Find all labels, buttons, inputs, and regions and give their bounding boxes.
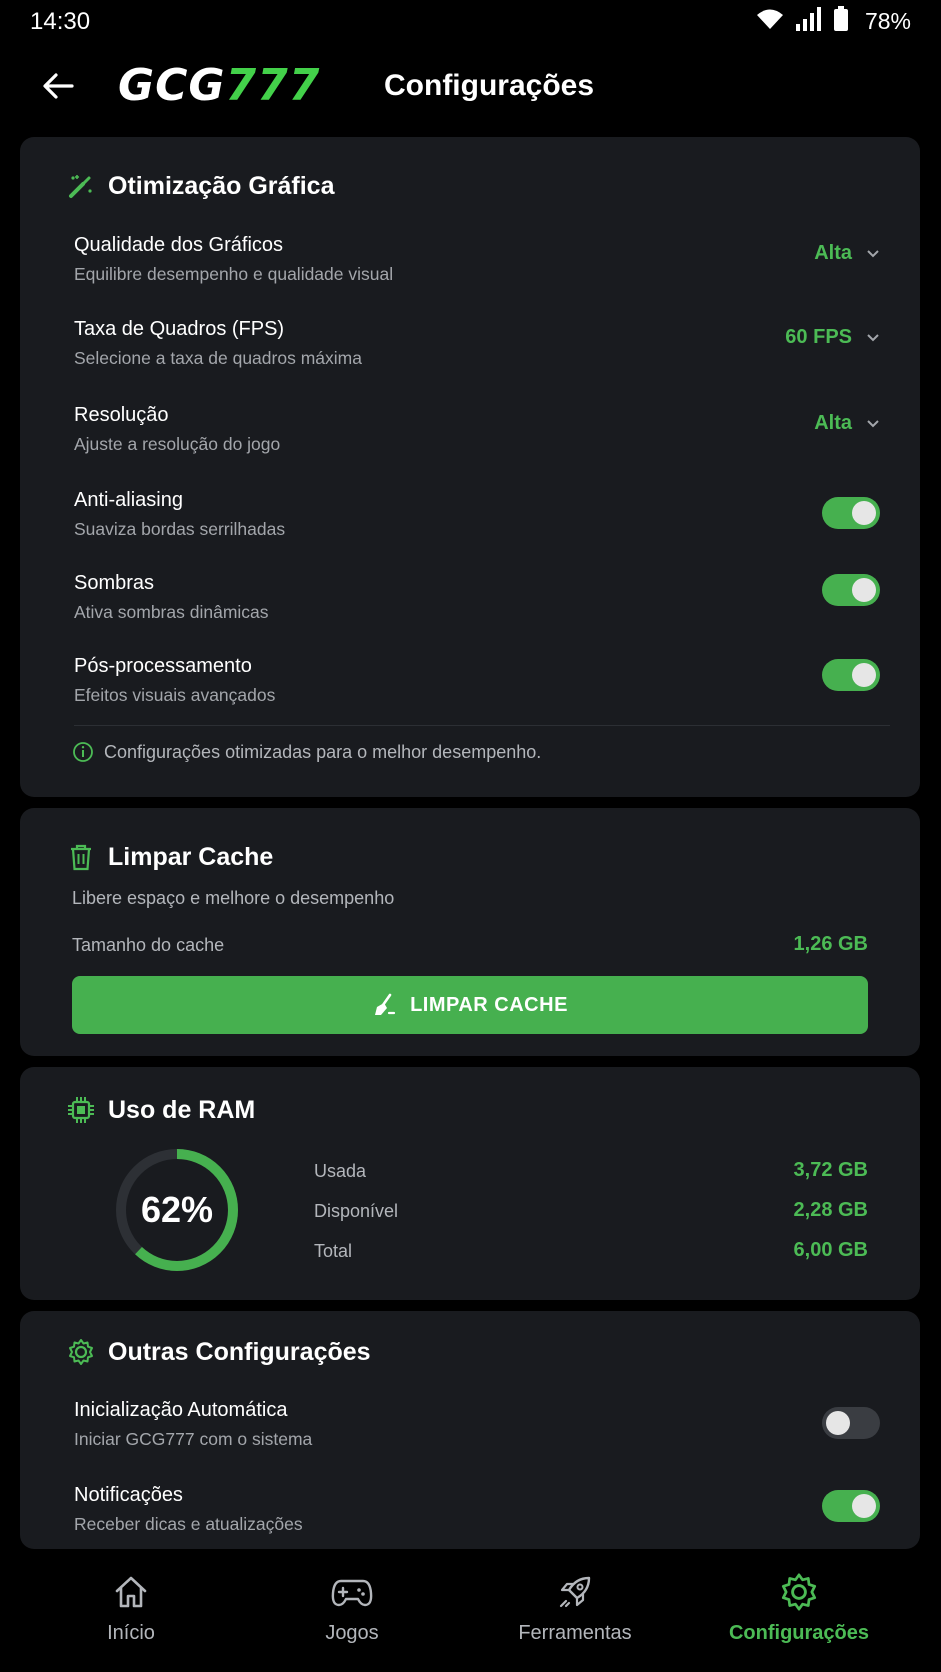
toggle-knob (852, 501, 876, 525)
graphics-quality-dropdown[interactable]: Alta (814, 242, 880, 265)
setting-description: Suaviza bordas serrilhadas (74, 519, 286, 539)
chevron-down-icon (867, 249, 879, 257)
setting-description: Receber dicas e atualizações (74, 1514, 303, 1534)
setting-row-notifications: Notificações Receber dicas e atualizaçõe… (74, 1482, 880, 1552)
brush-icon (66, 171, 96, 201)
setting-description: Equilibre desempenho e qualidade visual (74, 264, 394, 284)
setting-row-graphics-quality: Qualidade dos Gráficos Equilibre desempe… (74, 232, 880, 302)
ram-total-value: 6,00 GB (793, 1239, 868, 1261)
clear-cache-button[interactable]: LIMPAR CACHE (72, 976, 868, 1034)
cache-size-value: 1,26 GB (793, 933, 868, 955)
ram-title: Uso de RAM (108, 1096, 256, 1124)
setting-description: Iniciar GCG777 com o sistema (74, 1429, 313, 1449)
other-settings-card: Outras Configurações Inicialização Autom… (20, 1311, 920, 1549)
setting-row-post-processing: Pós-processamento Efeitos visuais avança… (74, 653, 880, 723)
nav-item-configuracoes[interactable]: Configurações (699, 1570, 899, 1660)
setting-row-shadows: Sombras Ativa sombras dinâmicas (74, 570, 880, 640)
nav-label: Início (107, 1622, 155, 1644)
ram-available-value: 2,28 GB (793, 1199, 868, 1221)
ram-total-label: Total (314, 1241, 353, 1261)
autostart-toggle[interactable] (822, 1407, 880, 1439)
cache-size-label: Tamanho do cache (72, 935, 225, 955)
trash-icon (66, 842, 96, 872)
setting-row-anti-aliasing: Anti-aliasing Suaviza bordas serrilhadas (74, 487, 880, 557)
nav-label: Configurações (728, 1622, 870, 1644)
setting-label: Anti-aliasing (74, 489, 183, 511)
cache-title: Limpar Cache (108, 843, 274, 871)
graphics-info: Configurações otimizadas para o melhor d… (72, 741, 541, 763)
chevron-down-icon (867, 419, 879, 427)
graphics-card: Otimização Gráfica Qualidade dos Gráfico… (20, 137, 920, 797)
gamepad-icon (330, 1570, 374, 1614)
chip-icon (66, 1095, 96, 1125)
toggle-knob (852, 1494, 876, 1518)
shadows-toggle[interactable] (822, 574, 880, 606)
info-icon (73, 742, 93, 762)
battery-icon (833, 5, 849, 37)
setting-label: Resolução (74, 404, 169, 426)
nav-item-jogos[interactable]: Jogos (252, 1570, 452, 1660)
back-button[interactable] (34, 62, 82, 110)
signal-icon (795, 6, 823, 37)
dropdown-value: Alta (814, 412, 852, 434)
setting-row-resolution: Resolução Ajuste a resolução do jogo Alt… (74, 402, 880, 472)
fps-dropdown[interactable]: 60 FPS (785, 326, 880, 349)
gear-icon (777, 1570, 821, 1614)
toggle-knob (826, 1411, 850, 1435)
bottom-navigation: Início Jogos Ferramentas Configurações (0, 1560, 941, 1672)
setting-label: Pós-processamento (74, 655, 252, 677)
arrow-left-icon (43, 73, 74, 99)
app-logo: GCG777 (118, 60, 321, 111)
home-icon (109, 1570, 153, 1614)
anti-aliasing-toggle[interactable] (822, 497, 880, 529)
broom-icon (375, 993, 396, 1015)
dropdown-value: Alta (814, 242, 852, 264)
chevron-down-icon (867, 333, 879, 341)
nav-label: Jogos (325, 1622, 379, 1644)
dropdown-value: 60 FPS (785, 326, 852, 348)
resolution-dropdown[interactable]: Alta (814, 412, 880, 435)
status-icons: 78% (755, 5, 911, 37)
status-bar: 14:30 78% (0, 0, 941, 44)
info-text: Configurações otimizadas para o melhor d… (104, 741, 542, 762)
clear-cache-label: LIMPAR CACHE (410, 993, 568, 1016)
toggle-knob (852, 663, 876, 687)
setting-row-autostart: Inicialização Automática Iniciar GCG777 … (74, 1397, 880, 1467)
ram-percent: 62% (140, 1189, 214, 1230)
ram-available-label: Disponível (314, 1201, 399, 1221)
setting-label: Sombras (74, 572, 155, 594)
setting-label: Notificações (74, 1484, 183, 1506)
ram-usage-gauge: 62% (112, 1145, 242, 1275)
setting-description: Selecione a taxa de quadros máxima (74, 348, 362, 368)
battery-percent: 78% (864, 7, 911, 34)
toggle-knob (852, 578, 876, 602)
graphics-title: Otimização Gráfica (108, 172, 335, 200)
setting-description: Ativa sombras dinâmicas (74, 602, 269, 622)
nav-item-inicio[interactable]: Início (31, 1570, 231, 1660)
wifi-icon (755, 7, 785, 36)
ram-card: Uso de RAM 62% Usada 3,72 GB Disponível … (20, 1067, 920, 1300)
setting-description: Ajuste a resolução do jogo (74, 434, 281, 454)
app-header: GCG777 Configurações (0, 50, 941, 122)
rocket-icon (553, 1570, 597, 1614)
cache-card: Limpar Cache Libere espaço e melhore o d… (20, 808, 920, 1056)
ram-used-label: Usada (314, 1161, 367, 1181)
page-title: Configurações (384, 69, 595, 102)
notifications-toggle[interactable] (822, 1490, 880, 1522)
setting-row-fps: Taxa de Quadros (FPS) Selecione a taxa d… (74, 316, 880, 386)
gear-icon (66, 1337, 96, 1367)
setting-description: Efeitos visuais avançados (74, 685, 276, 705)
setting-label: Qualidade dos Gráficos (74, 234, 284, 256)
cache-subtitle: Libere espaço e melhore o desempenho (72, 888, 395, 908)
setting-label: Taxa de Quadros (FPS) (74, 318, 285, 340)
other-settings-title: Outras Configurações (108, 1338, 371, 1366)
setting-label: Inicialização Automática (74, 1399, 288, 1421)
ram-used-value: 3,72 GB (793, 1159, 868, 1181)
nav-label: Ferramentas (518, 1622, 632, 1644)
post-processing-toggle[interactable] (822, 659, 880, 691)
nav-item-ferramentas[interactable]: Ferramentas (475, 1570, 675, 1660)
divider (74, 725, 890, 726)
status-time: 14:30 (30, 8, 91, 35)
